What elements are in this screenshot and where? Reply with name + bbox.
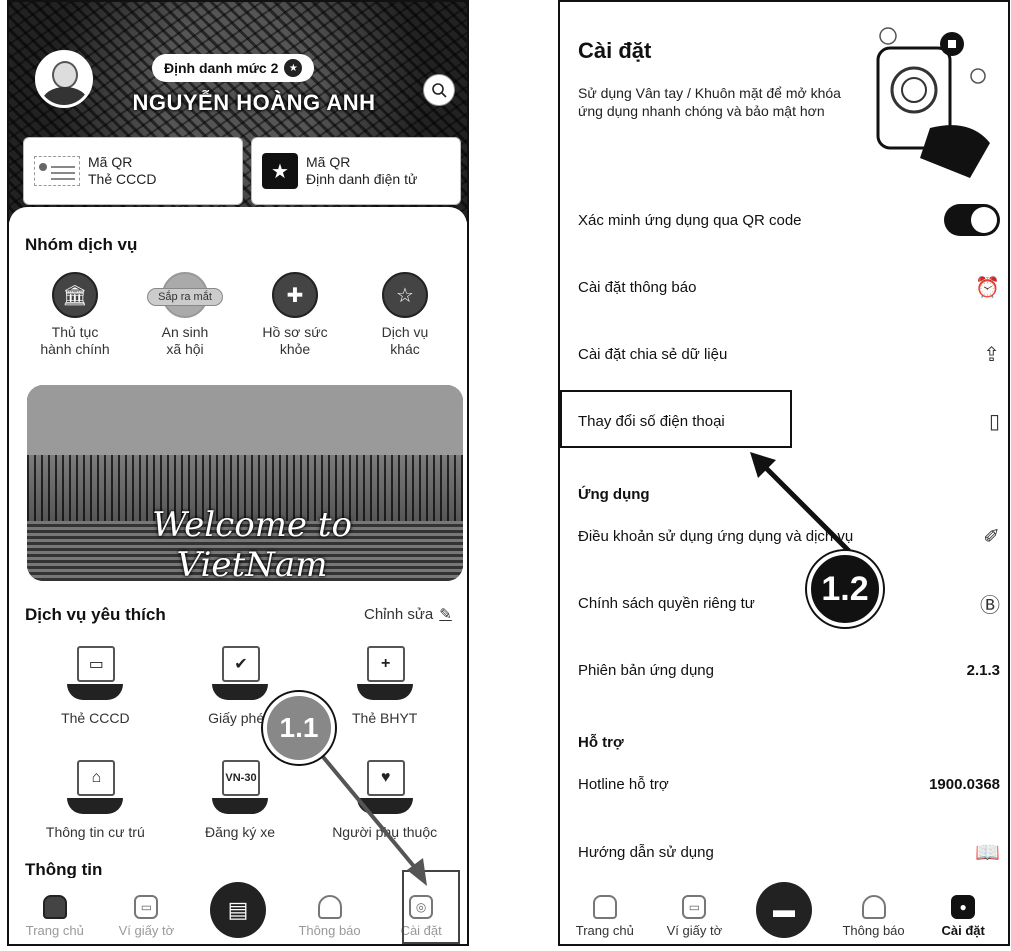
service-group: 🏛 Thủ tục hành chính Sắp ra mắt An sinh … — [23, 272, 457, 358]
favorite-health-insurance[interactable]: + Thẻ BHYT — [312, 642, 457, 726]
service-health-record[interactable]: ✚ Hồ sơ sức khỏe — [243, 272, 347, 358]
qr-verification-row[interactable]: Xác minh ứng dụng qua QR code — [578, 200, 1008, 240]
license-plate-icon: VN-30 — [210, 756, 270, 814]
hotline-value: 1900.0368 — [929, 775, 1000, 793]
search-icon — [432, 83, 447, 98]
tab-scan[interactable]: ▬ — [744, 882, 824, 938]
coming-soon-tag: Sắp ra mắt — [147, 288, 223, 306]
hotline-row[interactable]: Hotline hỗ trợ 1900.0368 — [578, 764, 1008, 804]
favorite-vehicle-registration[interactable]: VN-30 Đăng ký xe — [168, 756, 313, 840]
support-group-title: Hỗ trợ — [578, 734, 624, 751]
welcome-banner[interactable]: Welcome to VietNam — [27, 385, 463, 581]
tab-wallet[interactable]: ▭ Ví giấy tờ — [654, 895, 734, 938]
bottom-tab-bar: Trang chủ ▭ Ví giấy tờ ▬ Thông báo ● Cài… — [560, 878, 1008, 944]
health-insurance-icon: + — [355, 642, 415, 700]
settings-screen: Cài đặt Sử dụng Vân tay / Khuôn mặt để m… — [558, 0, 1010, 946]
ruler-icon: ✐ — [983, 525, 1000, 548]
notification-settings-row[interactable]: Cài đặt thông báo ⏰ — [578, 267, 1008, 307]
data-sharing-row[interactable]: Cài đặt chia sẻ dữ liệu ⇪ — [578, 334, 1008, 374]
share-icon: ⇪ — [983, 343, 1000, 366]
privacy-row[interactable]: Chính sách quyền riêng tư Ⓑ — [578, 583, 1008, 623]
tab-notifications[interactable]: Thông báo — [290, 895, 370, 938]
id-card-icon: ▭ — [65, 642, 125, 700]
service-administrative[interactable]: 🏛 Thủ tục hành chính — [23, 272, 127, 358]
scan-icon: ▬ — [755, 882, 812, 938]
wallet-icon: ▭ — [682, 895, 707, 919]
scan-icon: ▤ — [209, 882, 266, 938]
phone-icon: ▯ — [988, 410, 1000, 433]
qr-verification-toggle[interactable] — [944, 204, 1000, 236]
biometric-illustration-icon — [876, 27, 990, 178]
service-group-title: Nhóm dịch vụ — [25, 235, 138, 254]
bell-icon — [317, 895, 342, 919]
home-screen: Định danh mức 2 ★ NGUYỄN HOÀNG ANH Mã QR… — [7, 0, 469, 946]
national-emblem-icon: ★ — [262, 153, 298, 189]
service-social-security[interactable]: Sắp ra mắt An sinh xã hội — [133, 272, 237, 358]
favorite-residence[interactable]: ⌂ Thông tin cư trú — [23, 756, 168, 840]
bell-icon — [861, 895, 886, 919]
qr-cccd-card[interactable]: Mã QR Thẻ CCCD — [23, 137, 243, 205]
page-title: Cài đặt — [578, 38, 652, 63]
app-version-value: 2.1.3 — [966, 661, 1000, 679]
banner-text: Welcome to VietNam — [152, 505, 352, 581]
change-phone-highlight — [560, 390, 792, 448]
favorites-edit-button[interactable]: Chỉnh sửa ✎ — [364, 605, 452, 624]
privacy-icon: Ⓑ — [980, 594, 1000, 617]
id-card-icon — [34, 156, 80, 186]
home-icon — [592, 895, 617, 919]
user-guide-row[interactable]: Hướng dẫn sử dụng 📖 — [578, 832, 1008, 872]
qr-eid-card[interactable]: ★ Mã QR Định danh điện tử — [251, 137, 461, 205]
gear-icon: ● — [951, 895, 976, 919]
search-button[interactable] — [423, 74, 455, 106]
id-level-label: Định danh mức 2 — [164, 60, 279, 76]
license-icon: ✔ — [210, 642, 270, 700]
home-icon — [42, 895, 67, 919]
favorites-title: Dịch vụ yêu thích — [25, 605, 166, 624]
id-level-badge[interactable]: Định danh mức 2 ★ — [152, 54, 315, 82]
step-badge-1-2: 1.2 — [807, 551, 883, 627]
health-icon: ✚ — [272, 272, 318, 318]
step-badge-1-1: 1.1 — [263, 692, 335, 764]
avatar[interactable] — [35, 50, 93, 108]
bank-icon: 🏛 — [52, 272, 98, 318]
info-title: Thông tin — [25, 860, 103, 879]
house-icon: ⌂ — [65, 756, 125, 814]
tab-home[interactable]: Trang chủ — [565, 895, 645, 938]
app-version-row: Phiên bản ứng dụng 2.1.3 — [578, 661, 1000, 679]
tab-settings[interactable]: ● Cài đặt — [923, 895, 1003, 938]
tab-home[interactable]: Trang chủ — [15, 895, 95, 938]
favorite-cccd[interactable]: ▭ Thẻ CCCD — [23, 642, 168, 726]
wallet-icon: ▭ — [134, 895, 159, 919]
alarm-icon: ⏰ — [975, 276, 1000, 299]
service-other[interactable]: ☆ Dịch vụ khác — [353, 272, 457, 358]
tab-scan[interactable]: ▤ — [198, 882, 278, 938]
tab-notifications[interactable]: Thông báo — [834, 895, 914, 938]
user-name: NGUYỄN HOÀNG ANH — [132, 90, 376, 115]
pencil-icon: ✎ — [439, 606, 452, 623]
biometric-description: Sử dụng Vân tay / Khuôn mặt để mở khóa ứ… — [578, 85, 841, 119]
tab-wallet[interactable]: ▭ Ví giấy tờ — [106, 895, 186, 938]
app-group-title: Ứng dụng — [578, 486, 650, 503]
more-services-icon: ☆ — [382, 272, 428, 318]
shield-icon: ★ — [284, 59, 303, 77]
book-icon: 📖 — [975, 841, 1000, 864]
